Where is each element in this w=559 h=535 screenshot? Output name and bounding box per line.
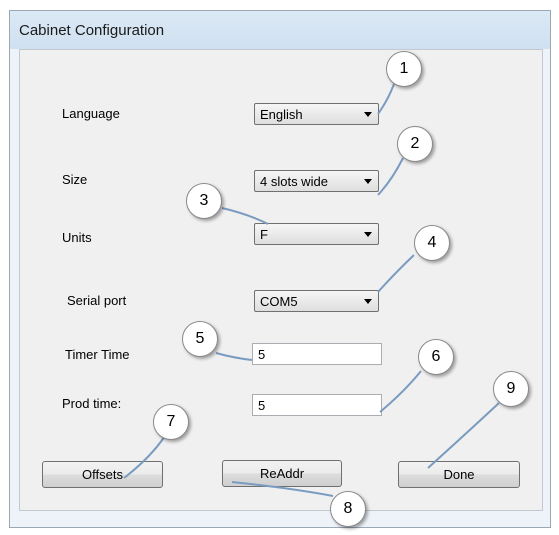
- callout-1: 1: [386, 51, 422, 87]
- callout-7: 7: [153, 404, 189, 440]
- serial-port-select-value: COM5: [260, 294, 298, 309]
- readdr-button[interactable]: ReAddr: [222, 460, 342, 487]
- units-select[interactable]: F: [254, 223, 379, 245]
- chevron-down-icon: [364, 232, 372, 237]
- chevron-down-icon: [364, 299, 372, 304]
- callout-4: 4: [414, 225, 450, 261]
- callout-6: 6: [418, 339, 454, 375]
- prod-time-label: Prod time:: [62, 396, 122, 411]
- language-select-value: English: [260, 107, 303, 122]
- callout-9: 9: [493, 371, 529, 407]
- chevron-down-icon: [364, 179, 372, 184]
- serial-port-label: Serial port: [67, 293, 127, 308]
- prod-time-input[interactable]: [252, 394, 382, 416]
- callout-2: 2: [397, 126, 433, 162]
- timer-time-label: Timer Time: [65, 347, 130, 362]
- units-label: Units: [62, 230, 92, 245]
- units-select-value: F: [260, 227, 268, 242]
- timer-time-input[interactable]: [252, 343, 382, 365]
- callout-5: 5: [182, 321, 218, 357]
- serial-port-select[interactable]: COM5: [254, 290, 379, 312]
- done-button[interactable]: Done: [398, 461, 520, 488]
- callout-3: 3: [186, 183, 222, 219]
- language-select[interactable]: English: [254, 103, 379, 125]
- window-title: Cabinet Configuration: [19, 22, 165, 39]
- language-label: Language: [62, 106, 120, 121]
- size-select[interactable]: 4 slots wide: [254, 170, 379, 192]
- size-label: Size: [62, 172, 88, 187]
- offsets-button[interactable]: Offsets: [42, 461, 163, 488]
- cabinet-configuration-window: Cabinet Configuration: [9, 10, 551, 528]
- callout-8: 8: [330, 491, 366, 527]
- title-bar: Cabinet Configuration: [10, 11, 550, 49]
- size-select-value: 4 slots wide: [260, 174, 328, 189]
- chevron-down-icon: [364, 112, 372, 117]
